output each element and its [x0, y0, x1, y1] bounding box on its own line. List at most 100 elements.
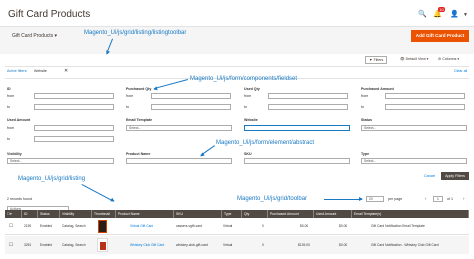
column-header-id[interactable]: ID: [22, 210, 38, 218]
to-label: to: [361, 105, 364, 109]
page-number-input[interactable]: 1: [433, 196, 443, 202]
cell-id: 3251: [24, 243, 32, 247]
per-page-label: per page: [388, 197, 403, 201]
cancel-filters-button[interactable]: Cancel: [424, 174, 435, 178]
column-header-qty[interactable]: Qty: [242, 210, 268, 218]
filter-status-label: Status: [361, 118, 372, 122]
prev-page-icon[interactable]: ‹: [425, 196, 427, 201]
used-amount-to-input[interactable]: [34, 136, 114, 142]
cell-visibility: Catalog, Search: [62, 243, 86, 247]
filter-icon: ▼: [369, 58, 373, 62]
sku-input[interactable]: [244, 158, 350, 164]
select-all-checkbox[interactable]: ☐▾: [5, 210, 22, 218]
page-title: Gift Card Products: [8, 9, 91, 20]
annotation-arrow: [324, 197, 363, 201]
id-to-input[interactable]: [34, 104, 114, 110]
cell-product-name[interactable]: Virtual Gift Card: [130, 224, 153, 228]
used-amount-from-input[interactable]: [34, 125, 114, 131]
user-dropdown-icon[interactable]: ▼: [463, 12, 468, 18]
from-label: from: [7, 126, 15, 130]
per-page-select[interactable]: 20: [366, 196, 384, 202]
cell-used-amount: $0.00: [339, 243, 348, 247]
add-gift-card-product-button[interactable]: Add Gift Card Product: [411, 30, 469, 42]
next-page-icon[interactable]: ›: [463, 196, 465, 201]
filter-used-amount-label: Used Amount: [7, 118, 31, 122]
visibility-select[interactable]: Select...: [7, 158, 114, 164]
columns-dropdown[interactable]: ⚙ Columns ▾: [438, 57, 459, 61]
cell-visibility: Catalog, Search: [62, 224, 86, 228]
cell-sku: whiskey-club-gift-card: [176, 243, 208, 247]
column-header-type[interactable]: Type: [222, 210, 242, 218]
product-thumbnail[interactable]: [98, 220, 107, 233]
filter-type-label: Type: [361, 152, 370, 156]
column-header-purchased-amount[interactable]: Purchased Amount: [268, 210, 314, 218]
clear-all-link[interactable]: Clear all: [454, 69, 467, 73]
column-header-thumbnail[interactable]: Thumbnail: [92, 210, 116, 218]
store-switcher[interactable]: Gift Card Products ▾: [12, 33, 57, 39]
to-label: to: [7, 105, 10, 109]
to-label: to: [7, 137, 10, 141]
notifications-icon[interactable]: 🔔 10: [433, 7, 445, 18]
email-template-select[interactable]: Select...: [126, 125, 232, 131]
cell-product-name[interactable]: Whiskey Club Gift Card: [130, 243, 164, 247]
apply-filters-button[interactable]: Apply Filters: [441, 172, 469, 180]
to-label: to: [126, 105, 129, 109]
cell-id: 2159: [24, 224, 32, 228]
cell-qty: 0: [262, 243, 264, 247]
filter-used-qty-label: Used Qty: [244, 87, 260, 91]
column-header-product-name[interactable]: Product Name: [116, 210, 174, 218]
default-view-label: Default View: [405, 57, 426, 61]
annotation-arrow: [81, 184, 114, 202]
website-select[interactable]: [244, 125, 350, 131]
column-header-sku[interactable]: SKU: [174, 210, 222, 218]
filter-purchased-amount-label: Purchased Amount: [361, 87, 394, 91]
from-label: from: [244, 94, 252, 98]
column-header-visibility[interactable]: Visibility: [60, 210, 92, 218]
column-header-status[interactable]: Status: [38, 210, 60, 218]
from-label: from: [7, 94, 15, 98]
purchased-qty-to-input[interactable]: [151, 104, 231, 110]
cell-status: Enabled: [40, 243, 53, 247]
id-from-input[interactable]: [34, 93, 114, 99]
purchased-qty-from-input[interactable]: [151, 93, 231, 99]
filters-label: Filters: [373, 58, 384, 62]
column-header-used-amount[interactable]: Used Amount: [314, 210, 352, 218]
from-label: from: [361, 94, 369, 98]
row-checkbox[interactable]: ☐: [9, 223, 13, 229]
purchased-amount-from-input[interactable]: [385, 93, 465, 99]
column-header-email-templates[interactable]: Email Template(s): [352, 210, 469, 218]
row-checkbox[interactable]: ☐: [9, 242, 13, 248]
search-icon[interactable]: 🔍: [418, 10, 427, 18]
from-label: from: [126, 94, 134, 98]
used-qty-from-input[interactable]: [268, 93, 348, 99]
annotation-grid-toolbar: Magento_Ui/js/grid/toolbar: [237, 196, 308, 202]
gear-icon: ⚙: [438, 57, 442, 61]
filter-visibility-label: Visibility: [7, 152, 22, 156]
product-name-input[interactable]: [126, 158, 232, 164]
annotation-listing: Magento_Ui/js/grid/listing: [18, 176, 86, 182]
cell-qty: 0: [262, 224, 264, 228]
used-qty-to-input[interactable]: [268, 104, 348, 110]
cell-sku: vassers-vgift-card: [176, 224, 203, 228]
purchased-amount-to-input[interactable]: [385, 104, 465, 110]
annotation-fieldset: Magento_Ui/js/form/components/fieldset: [190, 76, 298, 82]
user-icon[interactable]: 👤: [450, 10, 459, 18]
divider: [5, 66, 469, 67]
filter-email-template-label: Email Template: [126, 118, 153, 122]
cell-type: Virtual: [223, 224, 233, 228]
status-select[interactable]: Select...: [361, 125, 467, 131]
active-filter-website: Website: [34, 69, 47, 73]
annotation-element-abstract: Magento_Ui/js/form/element/abstract: [216, 140, 315, 146]
filters-button[interactable]: ▼ Filters: [365, 56, 388, 64]
active-filters-label: Active filters:: [7, 69, 28, 73]
chevron-down-icon: ▾: [54, 33, 58, 39]
product-thumbnail[interactable]: [97, 238, 108, 252]
cell-email-template: Gift Card Notification Email Template: [371, 224, 425, 228]
type-select[interactable]: Select...: [361, 158, 467, 164]
cell-email-template: Gift Card Notification - Whiskey Club Gi…: [371, 243, 439, 247]
annotation-listingtoolbar: Magento_Ui/js/grid/listing/listingtoolba…: [84, 30, 187, 36]
default-view-dropdown[interactable]: 👁 Default View ▾: [400, 57, 429, 61]
filter-product-name-label: Product Name: [126, 152, 151, 156]
remove-filter-icon[interactable]: ✕: [64, 68, 68, 74]
eye-icon: 👁: [400, 57, 405, 61]
